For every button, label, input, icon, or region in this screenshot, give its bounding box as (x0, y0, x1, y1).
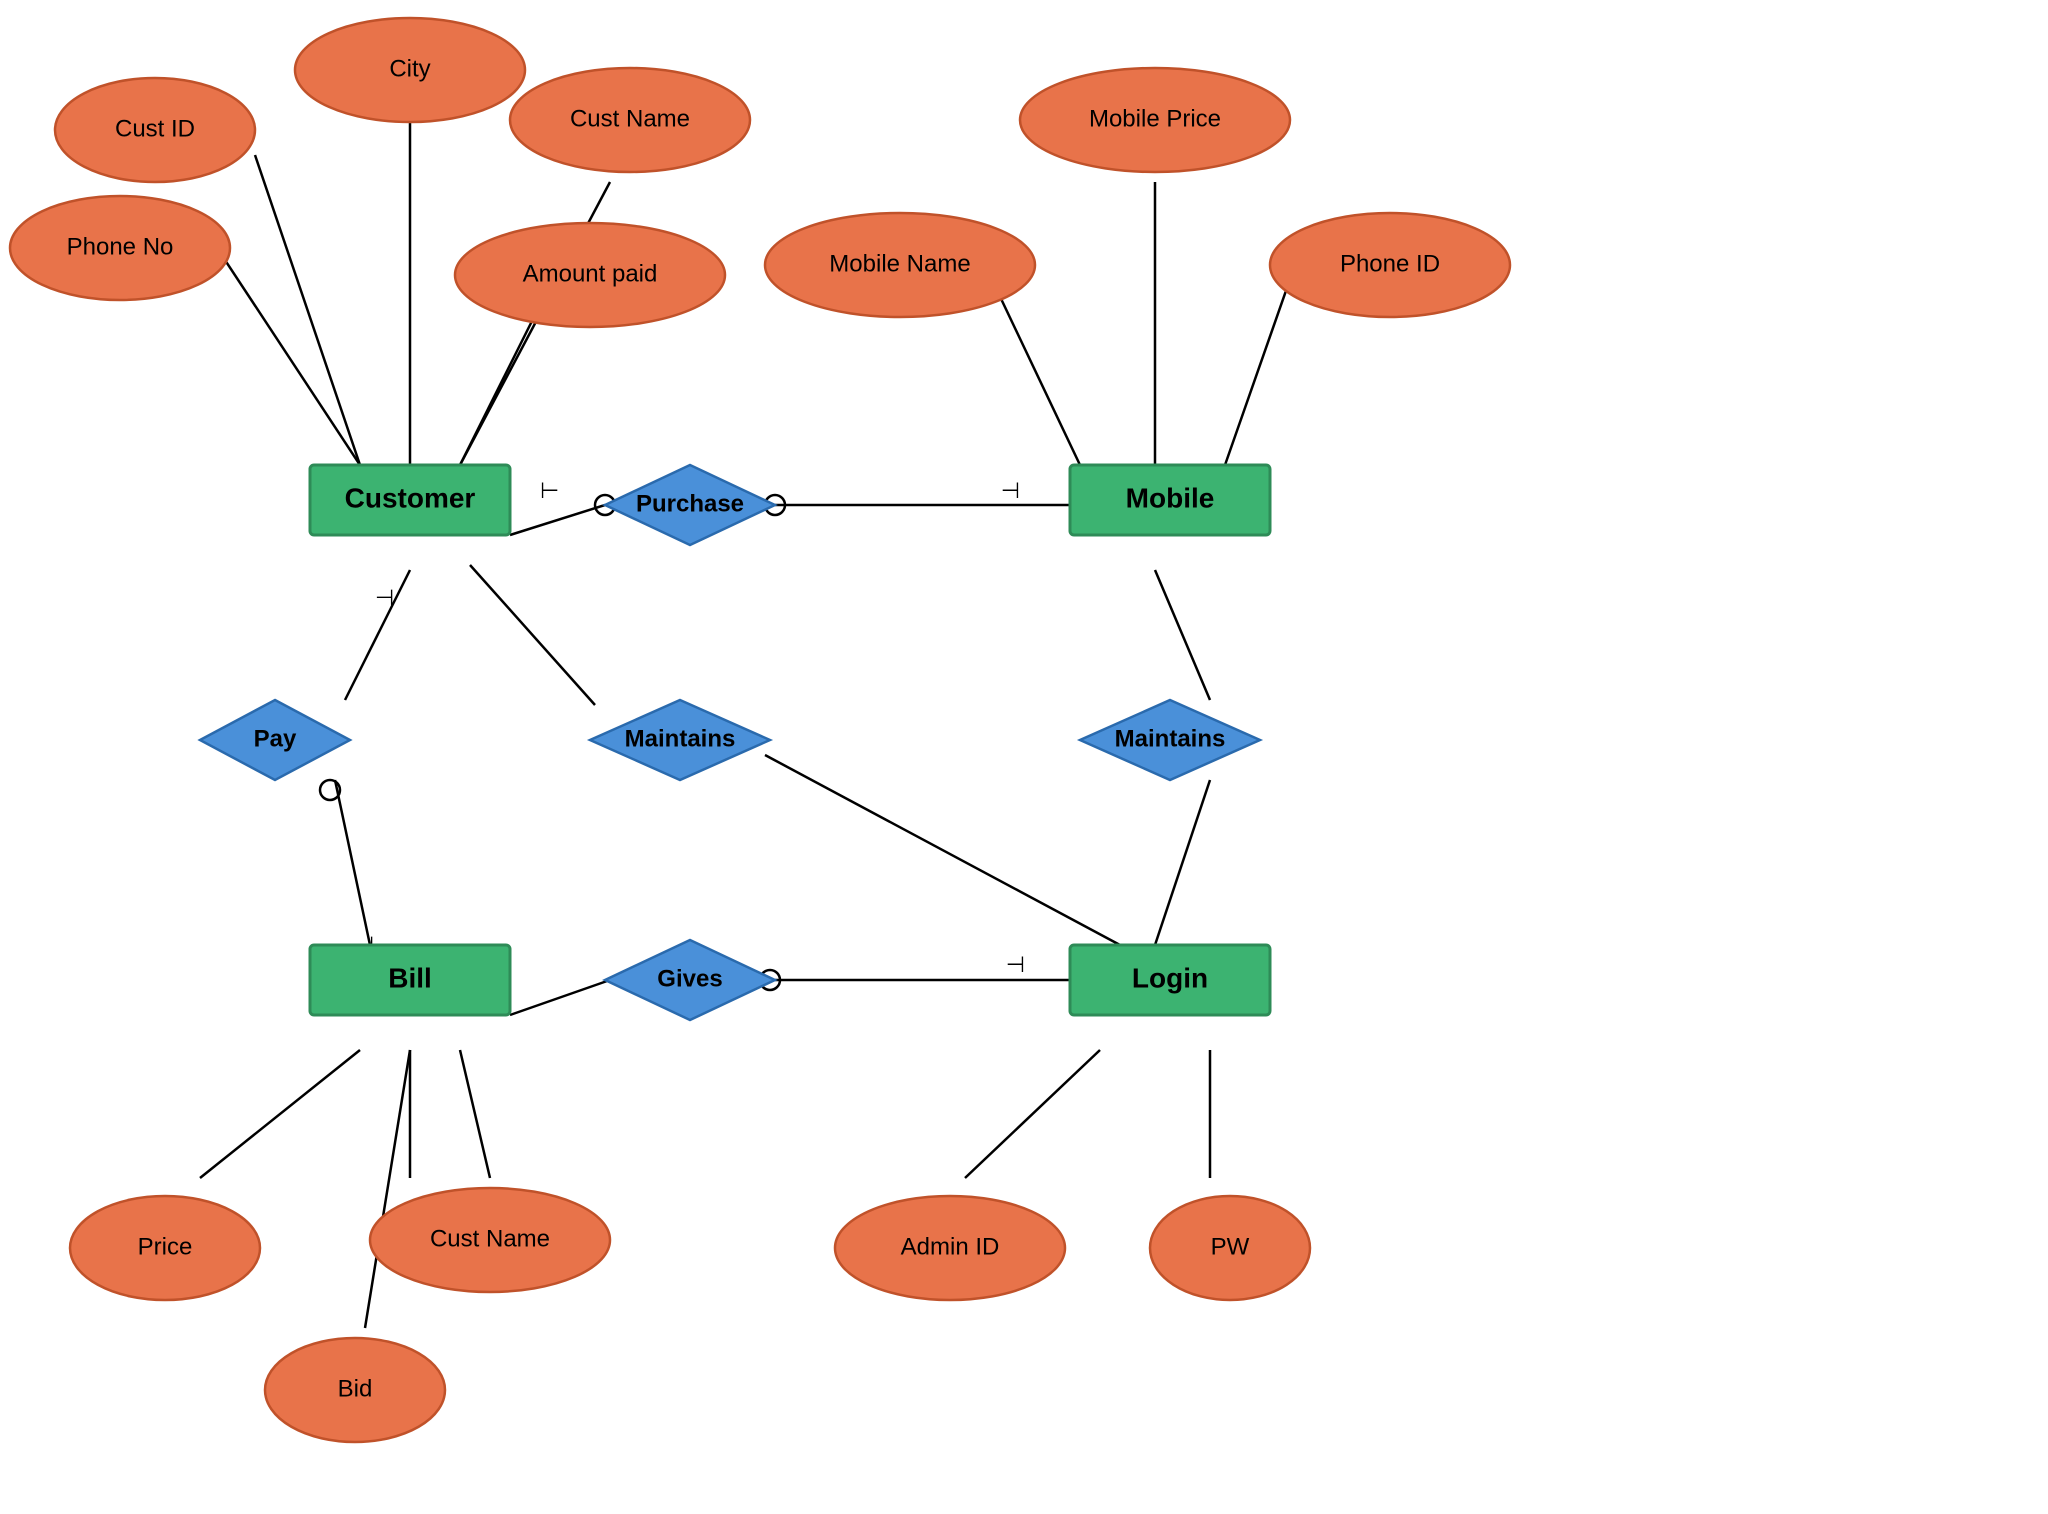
cust-id-attr: Cust ID (115, 115, 195, 142)
maintains-right-relation: Maintains (1115, 725, 1226, 752)
pw-attr: PW (1211, 1233, 1250, 1260)
pay-relation: Pay (254, 725, 297, 752)
svg-text:⊢: ⊢ (1001, 478, 1020, 503)
maintains-left-relation: Maintains (625, 725, 736, 752)
price-attr: Price (138, 1233, 193, 1260)
mobile-entity: Mobile (1126, 482, 1215, 513)
phone-id-attr: Phone ID (1340, 250, 1440, 277)
amount-paid-attr: Amount paid (523, 260, 658, 287)
city-attr: City (389, 55, 430, 82)
cust-name-attr: Cust Name (570, 105, 690, 132)
bill-entity: Bill (388, 962, 432, 993)
phone-no-attr: Phone No (67, 233, 174, 260)
cust-name2-attr: Cust Name (430, 1225, 550, 1252)
gives-relation: Gives (657, 965, 722, 992)
svg-text:⊢: ⊢ (1006, 952, 1025, 977)
purchase-relation: Purchase (636, 490, 744, 517)
mobile-price-attr: Mobile Price (1089, 105, 1221, 132)
customer-entity: Customer (345, 482, 476, 513)
svg-text:⊣: ⊣ (375, 585, 394, 610)
svg-text:⊢: ⊢ (540, 478, 559, 503)
admin-id-attr: Admin ID (901, 1233, 1000, 1260)
login-entity: Login (1132, 962, 1208, 993)
mobile-name-attr: Mobile Name (829, 250, 970, 277)
bid-attr: Bid (338, 1375, 373, 1402)
